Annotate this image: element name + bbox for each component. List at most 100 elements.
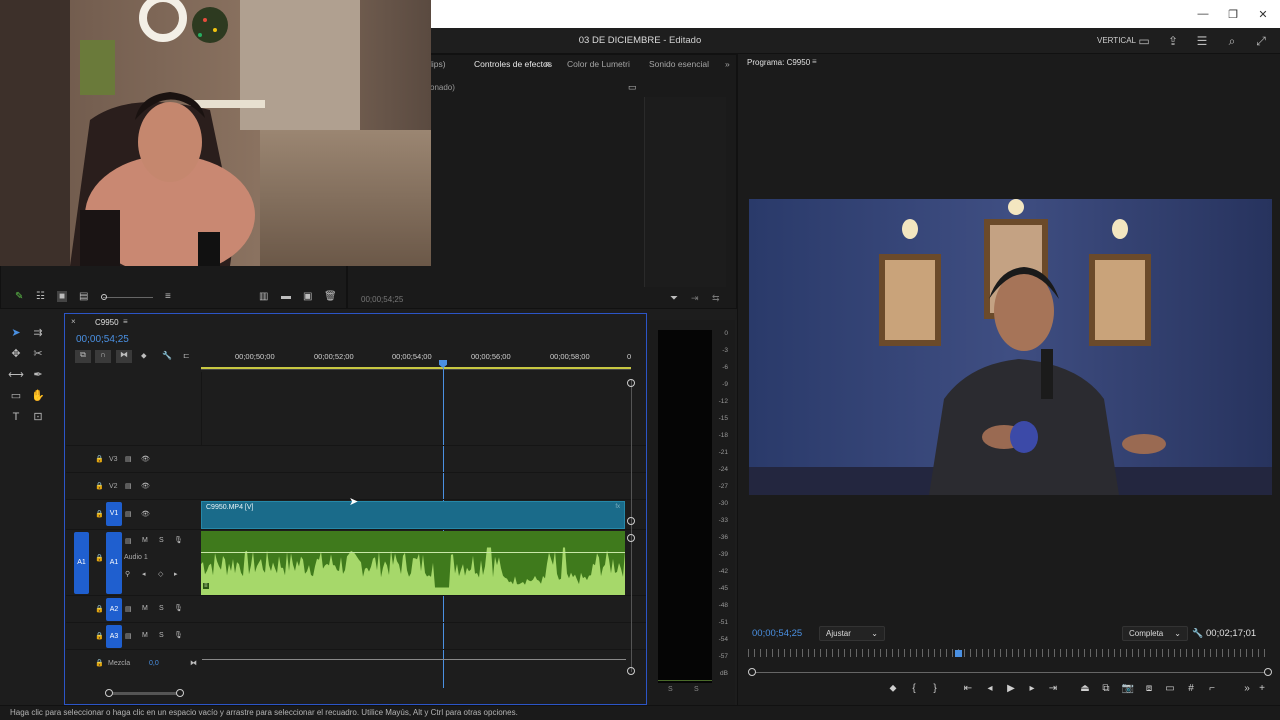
ripple-edit-tool-icon[interactable]: ✥ bbox=[8, 346, 24, 362]
automate-icon[interactable]: ▥ bbox=[259, 291, 268, 302]
lock-icon[interactable]: 🔒 bbox=[95, 605, 104, 613]
razor-tool-icon[interactable]: ✂ bbox=[30, 346, 46, 362]
extract-icon[interactable]: ⧉ bbox=[1099, 683, 1113, 694]
filter-icon[interactable]: ⏷ bbox=[670, 293, 678, 304]
solo-button[interactable]: S bbox=[159, 537, 164, 544]
new-item-icon[interactable]: ▣ bbox=[303, 291, 312, 302]
program-playhead[interactable] bbox=[955, 650, 963, 657]
caption-tool-icon[interactable]: ⊡ bbox=[30, 409, 46, 425]
eye-icon[interactable]: 👁 bbox=[141, 510, 150, 518]
tab-menu-icon[interactable]: ≡ bbox=[545, 55, 550, 73]
zoom-handle-right[interactable] bbox=[176, 689, 184, 697]
search-icon[interactable]: ⌕ bbox=[1224, 33, 1240, 49]
share-icon[interactable]: ⇪ bbox=[1165, 33, 1181, 49]
list-view-icon[interactable]: ☷ bbox=[36, 291, 45, 302]
solo-button[interactable]: S bbox=[159, 605, 164, 612]
wrench-icon[interactable]: 🔧 bbox=[1192, 628, 1203, 639]
workspace-label[interactable]: VERTICAL bbox=[1097, 36, 1136, 45]
safe-margins-icon[interactable]: ▭ bbox=[1163, 683, 1177, 694]
zoom-handle-left[interactable] bbox=[748, 668, 756, 676]
mark-in-icon[interactable]: { bbox=[907, 683, 921, 694]
mute-button[interactable]: M bbox=[142, 605, 148, 612]
more-controls-icon[interactable]: » bbox=[1240, 683, 1254, 694]
lock-icon[interactable]: 🔒 bbox=[95, 510, 104, 518]
track-v3[interactable]: 🔒 V3 ▤ 👁 bbox=[66, 445, 646, 472]
go-to-in-icon[interactable]: ⇤ bbox=[961, 683, 975, 694]
add-button-icon[interactable]: + bbox=[1255, 683, 1269, 694]
microphone-icon[interactable]: 🎙 bbox=[174, 631, 183, 639]
program-zoom-bar[interactable] bbox=[751, 672, 1269, 673]
effect-timeline-area[interactable] bbox=[644, 97, 726, 287]
tab-clips[interactable]: lips) bbox=[430, 55, 446, 73]
zoom-handle-left[interactable] bbox=[105, 689, 113, 697]
linked-selection-icon[interactable]: ⧓ bbox=[116, 350, 132, 363]
prev-keyframe-icon[interactable]: ◂ bbox=[142, 570, 146, 578]
mix-volume-line[interactable] bbox=[202, 659, 626, 660]
lock-icon[interactable]: 🔒 bbox=[95, 632, 104, 640]
rectangle-tool-icon[interactable]: ▭ bbox=[8, 388, 24, 404]
sequence-menu-icon[interactable]: ≡ bbox=[123, 317, 128, 326]
keyframe-zoom-icon[interactable]: ⚲ bbox=[125, 570, 130, 578]
lock-icon[interactable]: 🔒 bbox=[95, 554, 104, 562]
sequence-tab[interactable]: C9950 bbox=[95, 318, 119, 327]
tab-lumetri-color[interactable]: Color de Lumetri bbox=[567, 55, 630, 73]
more-tabs-icon[interactable]: » bbox=[725, 55, 730, 73]
track-target-v1[interactable]: V1 bbox=[106, 502, 122, 526]
snap-icon[interactable]: ∩ bbox=[95, 350, 111, 363]
proxy-toggle-icon[interactable]: ⌐ bbox=[1205, 683, 1219, 694]
export-frame-icon[interactable]: 📷 bbox=[1121, 683, 1135, 694]
track-a2[interactable]: 🔒 A2 ▤ M S 🎙 bbox=[66, 595, 646, 622]
zoom-slider-handle[interactable] bbox=[101, 294, 107, 300]
zoom-slider[interactable] bbox=[103, 297, 153, 298]
captions-icon[interactable]: ⊏ bbox=[183, 351, 190, 360]
trash-icon[interactable]: 🗑 bbox=[324, 291, 337, 302]
sync-lock-icon[interactable]: ▤ bbox=[125, 632, 132, 640]
zoom-handle-right[interactable] bbox=[1264, 668, 1272, 676]
solo-button[interactable]: S bbox=[159, 632, 164, 639]
lift-icon[interactable]: ⏏ bbox=[1078, 683, 1092, 694]
pencil-icon[interactable]: ✎ bbox=[15, 291, 23, 302]
sync-lock-icon[interactable]: ▤ bbox=[125, 510, 132, 518]
sort-icon[interactable]: ≡ bbox=[165, 291, 171, 302]
icon-view-icon[interactable]: ■ bbox=[57, 291, 68, 302]
slip-tool-icon[interactable]: ⟷ bbox=[8, 367, 24, 383]
audio-clip[interactable]: ≡ bbox=[201, 531, 625, 595]
mute-button[interactable]: M bbox=[142, 632, 148, 639]
restore-button[interactable]: ❐ bbox=[1218, 0, 1248, 28]
lock-icon[interactable]: 🔒 bbox=[95, 659, 104, 667]
track-a1[interactable]: A1 🔒 A1 ▤ M S 🎙 Audio 1 ⚲ ◂ ◇ ▸ ≡ bbox=[66, 529, 646, 595]
track-mix[interactable]: 🔒 Mezcla 0,0 ⧓ bbox=[66, 649, 646, 677]
quality-dropdown[interactable]: Completa ⌄ bbox=[1122, 626, 1188, 641]
solo-button[interactable]: S bbox=[668, 686, 673, 693]
mix-value[interactable]: 0,0 bbox=[149, 660, 159, 667]
nest-icon[interactable]: ⧉ bbox=[75, 350, 91, 363]
sync-lock-icon[interactable]: ▤ bbox=[125, 605, 132, 613]
track-target-a1[interactable]: A1 bbox=[106, 532, 122, 594]
tab-effect-controls[interactable]: Controles de efectos bbox=[474, 55, 552, 73]
export-icon[interactable]: ⇥ bbox=[691, 293, 699, 304]
program-menu-icon[interactable]: ≡ bbox=[812, 57, 817, 66]
track-target-a3[interactable]: A3 bbox=[106, 625, 122, 648]
fit-dropdown[interactable]: Ajustar ⌄ bbox=[819, 626, 885, 641]
add-marker-icon[interactable]: ⬥ bbox=[886, 683, 900, 694]
eye-icon[interactable]: 👁 bbox=[141, 482, 150, 490]
fullscreen-icon[interactable]: ⤢ bbox=[1253, 33, 1269, 49]
scroll-handle[interactable] bbox=[627, 667, 635, 675]
sync-lock-icon[interactable]: ▤ bbox=[125, 482, 132, 490]
mix-bowtie-icon[interactable]: ⧓ bbox=[190, 659, 197, 667]
pen-tool-icon[interactable]: ✒ bbox=[30, 367, 46, 383]
hand-tool-icon[interactable]: ✋ bbox=[30, 388, 46, 404]
track-a3[interactable]: 🔒 A3 ▤ M S 🎙 bbox=[66, 622, 646, 649]
step-back-icon[interactable]: ◂ bbox=[983, 683, 997, 694]
wrench-icon[interactable]: 🔧 bbox=[162, 351, 172, 360]
next-keyframe-icon[interactable]: ▸ bbox=[174, 570, 178, 578]
add-marker-icon[interactable]: ⬥ bbox=[141, 351, 147, 361]
scroll-handle[interactable] bbox=[627, 534, 635, 542]
add-keyframe-icon[interactable]: ◇ bbox=[158, 570, 163, 578]
program-ruler[interactable] bbox=[748, 649, 1270, 657]
program-timecode[interactable]: 00;00;54;25 bbox=[752, 628, 802, 639]
mark-out-icon[interactable]: } bbox=[928, 683, 942, 694]
microphone-icon[interactable]: 🎙 bbox=[174, 604, 183, 612]
volume-line[interactable] bbox=[201, 552, 625, 553]
mute-button[interactable]: M bbox=[142, 537, 148, 544]
